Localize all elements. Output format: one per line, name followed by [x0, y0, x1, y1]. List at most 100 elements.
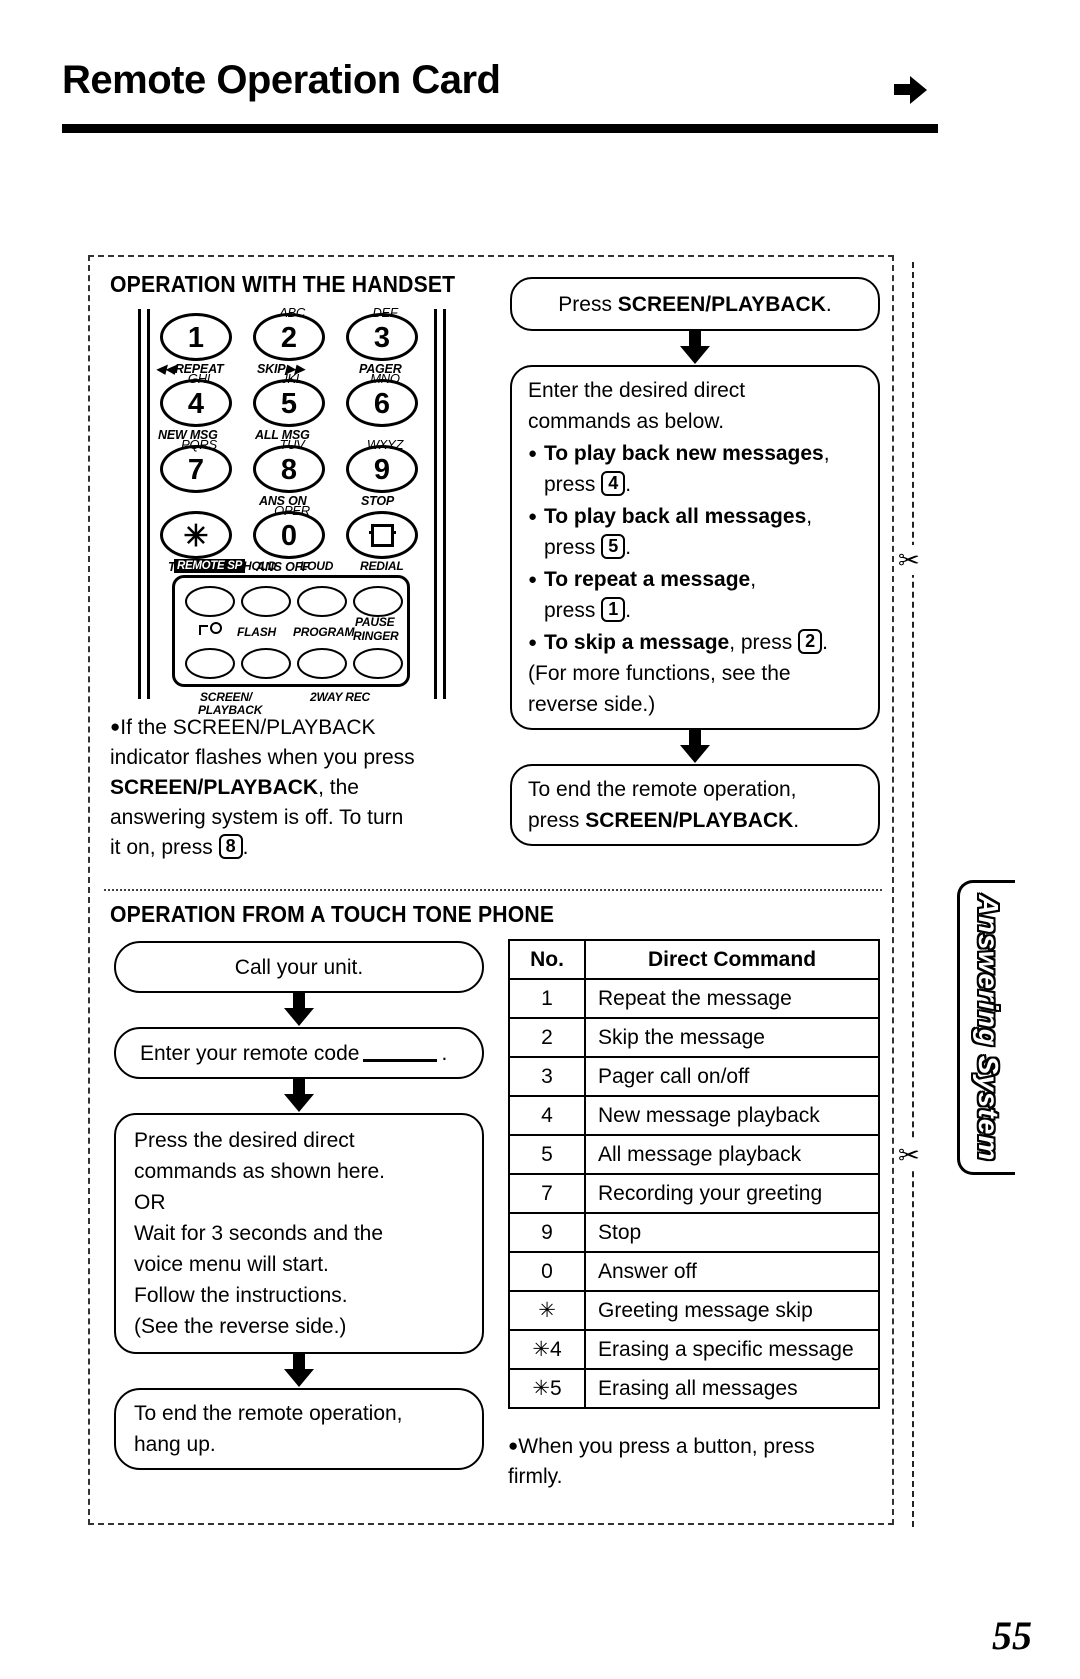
row-command: Erasing all messages [584, 1368, 880, 1409]
touch-step4-line2: hang up. [134, 1433, 216, 1456]
key-2-digit: 2 [280, 322, 298, 354]
touch-step3-line-4: Wait for 3 seconds and the [134, 1222, 384, 1245]
touch-note-line1: When you press a button, press [518, 1435, 815, 1458]
cmd3-tail: , [750, 568, 757, 591]
key-9-digit: 9 [373, 454, 391, 486]
cmd1-tail: , [823, 442, 830, 465]
label-redial: REDIAL [360, 559, 404, 573]
label-program: PROGRAM [293, 625, 355, 639]
key-1[interactable]: 1 [160, 313, 232, 361]
key-2[interactable]: ABC 2 [253, 306, 325, 361]
cmd2-press-pre: press [544, 536, 602, 559]
table-row: 7 Recording your greeting [508, 1173, 880, 1214]
bullet-icon: ● [110, 717, 121, 736]
touch-step3-line-5: voice menu will start. [134, 1253, 329, 1276]
key-star-digit: ✳ [183, 520, 209, 553]
handset-command-item-1: To play back new messages, press 4. [528, 438, 862, 500]
label-remote-sp: REMOTE SP [174, 559, 246, 573]
key-9[interactable]: WXYZ 9 [346, 438, 418, 493]
touch-flow: Call your unit. Enter your remote code. … [114, 941, 484, 1470]
row-command: Erasing a specific message [584, 1329, 880, 1370]
flow-step3-post: . [793, 809, 800, 832]
keypad-row-3: PQRS 7 TUV 8 WXYZ 9 ANS ON STOP [156, 438, 426, 511]
touch-step3-line-2: commands as shown here. [134, 1160, 385, 1183]
label-two-way-rec: 2WAY REC [310, 690, 370, 704]
row-command: Stop [584, 1212, 880, 1253]
handset-note-line5-post: . [242, 836, 249, 859]
flow-step-enter-remote-code: Enter your remote code. [114, 1027, 484, 1079]
key-5-alpha: JKL [281, 371, 303, 386]
key-6[interactable]: MNO 6 [346, 372, 418, 427]
section-divider [104, 889, 882, 891]
label-flash: FLASH [237, 625, 276, 639]
cmd4-bold: To skip a message [544, 631, 730, 654]
touch-step3-line-3: OR [134, 1191, 166, 1214]
key-0-alpha: OPER [274, 503, 310, 518]
page-number: 55 [992, 1613, 1032, 1658]
button-unlabeled-2[interactable] [353, 648, 403, 679]
key-4-digit: 4 [187, 388, 205, 420]
touch-step3-line-7: (See the reverse side.) [134, 1315, 347, 1338]
row-no: ✳ [508, 1290, 586, 1331]
key-3[interactable]: DEF 3 [346, 306, 418, 361]
button-loud[interactable] [297, 586, 347, 617]
row-command: Recording your greeting [584, 1173, 880, 1214]
cmd1-press-pre: press [544, 473, 602, 496]
key-4[interactable]: GHI 4 [160, 372, 232, 427]
row-no: 1 [508, 978, 586, 1019]
table-header-row: No. Direct Command [508, 939, 880, 980]
label-ringer: RINGER [353, 629, 399, 643]
button-remote-sp[interactable] [185, 586, 235, 617]
button-redial[interactable] [353, 586, 403, 617]
cmd2-tail: , [806, 505, 813, 528]
handset-edge-left-outer [138, 309, 141, 699]
remote-code-blank[interactable] [363, 1045, 438, 1062]
row-no: 4 [508, 1095, 586, 1136]
handset-command-list: To play back new messages, press 4. To p… [528, 438, 862, 658]
key-5[interactable]: JKL 5 [253, 372, 325, 427]
button-hold[interactable] [241, 586, 291, 617]
scissors-icon-bottom: ✂ [898, 1140, 920, 1170]
section-operation-from-touch-tone-phone: OPERATION FROM A TOUCH TONE PHONE Call y… [90, 893, 896, 1525]
key-pound[interactable] [346, 511, 418, 559]
handset-command-item-2: To play back all messages, press 5. [528, 501, 862, 563]
button-unlabeled-1[interactable] [241, 648, 291, 679]
keypad-row-1: 1 ABC 2 DEF 3 ◀◀REPEAT SKIP▶▶ PAGER [156, 306, 426, 379]
touch-step1: Call your unit. [234, 956, 364, 979]
direct-command-table-wrap: No. Direct Command 1 Repeat the message … [508, 939, 880, 1492]
label-screen: SCREEN/ [200, 690, 252, 704]
cmd3-press-post: . [625, 599, 632, 622]
touch-section-heading: OPERATION FROM A TOUCH TONE PHONE [110, 901, 555, 927]
key-6-alpha: MNO [370, 371, 400, 386]
key-star[interactable]: ✳ [160, 511, 232, 559]
flow-step2-footnote2: reverse side.) [528, 693, 656, 716]
table-header-no: No. [508, 939, 586, 980]
flow-step-press-commands: Press the desired direct commands as sho… [114, 1113, 484, 1354]
row-no: 3 [508, 1056, 586, 1097]
flow-step2-intro2: commands as below. [528, 410, 725, 433]
key-4-alpha: GHI [187, 371, 211, 386]
indicator-led-icon [199, 622, 225, 636]
row-no: ✳4 [508, 1329, 586, 1370]
handset-edge-left-inner [147, 309, 150, 699]
handset-note-bold: SCREEN/PLAYBACK [110, 776, 319, 799]
pound-square-icon [368, 523, 396, 547]
touch-note: ●When you press a button, press firmly. [508, 1431, 880, 1492]
handset-illustration: 1 ABC 2 DEF 3 ◀◀REPEAT SKIP▶▶ PAGER GHI … [138, 306, 448, 716]
handset-note-line4: answering system is off. To turn [110, 806, 404, 829]
keycap-1: 1 [601, 597, 626, 622]
touch-step3-line-6: Follow the instructions. [134, 1284, 348, 1307]
table-row: ✳5 Erasing all messages [508, 1368, 880, 1409]
key-8[interactable]: TUV 8 [253, 438, 325, 493]
cmd2-bold: To play back all messages [544, 505, 807, 528]
cut-line [912, 262, 914, 1527]
key-8-digit: 8 [280, 454, 298, 486]
handset-flow: Press SCREEN/PLAYBACK. Enter the desired… [510, 277, 880, 846]
touch-note-line2: firmly. [508, 1465, 563, 1488]
keycap-2: 2 [798, 629, 823, 654]
title-divider-rule [62, 124, 938, 133]
key-7[interactable]: PQRS 7 [160, 438, 232, 493]
button-two-way-rec[interactable] [297, 648, 347, 679]
key-0[interactable]: OPER 0 [253, 504, 325, 559]
button-screen-playback[interactable] [185, 648, 235, 679]
